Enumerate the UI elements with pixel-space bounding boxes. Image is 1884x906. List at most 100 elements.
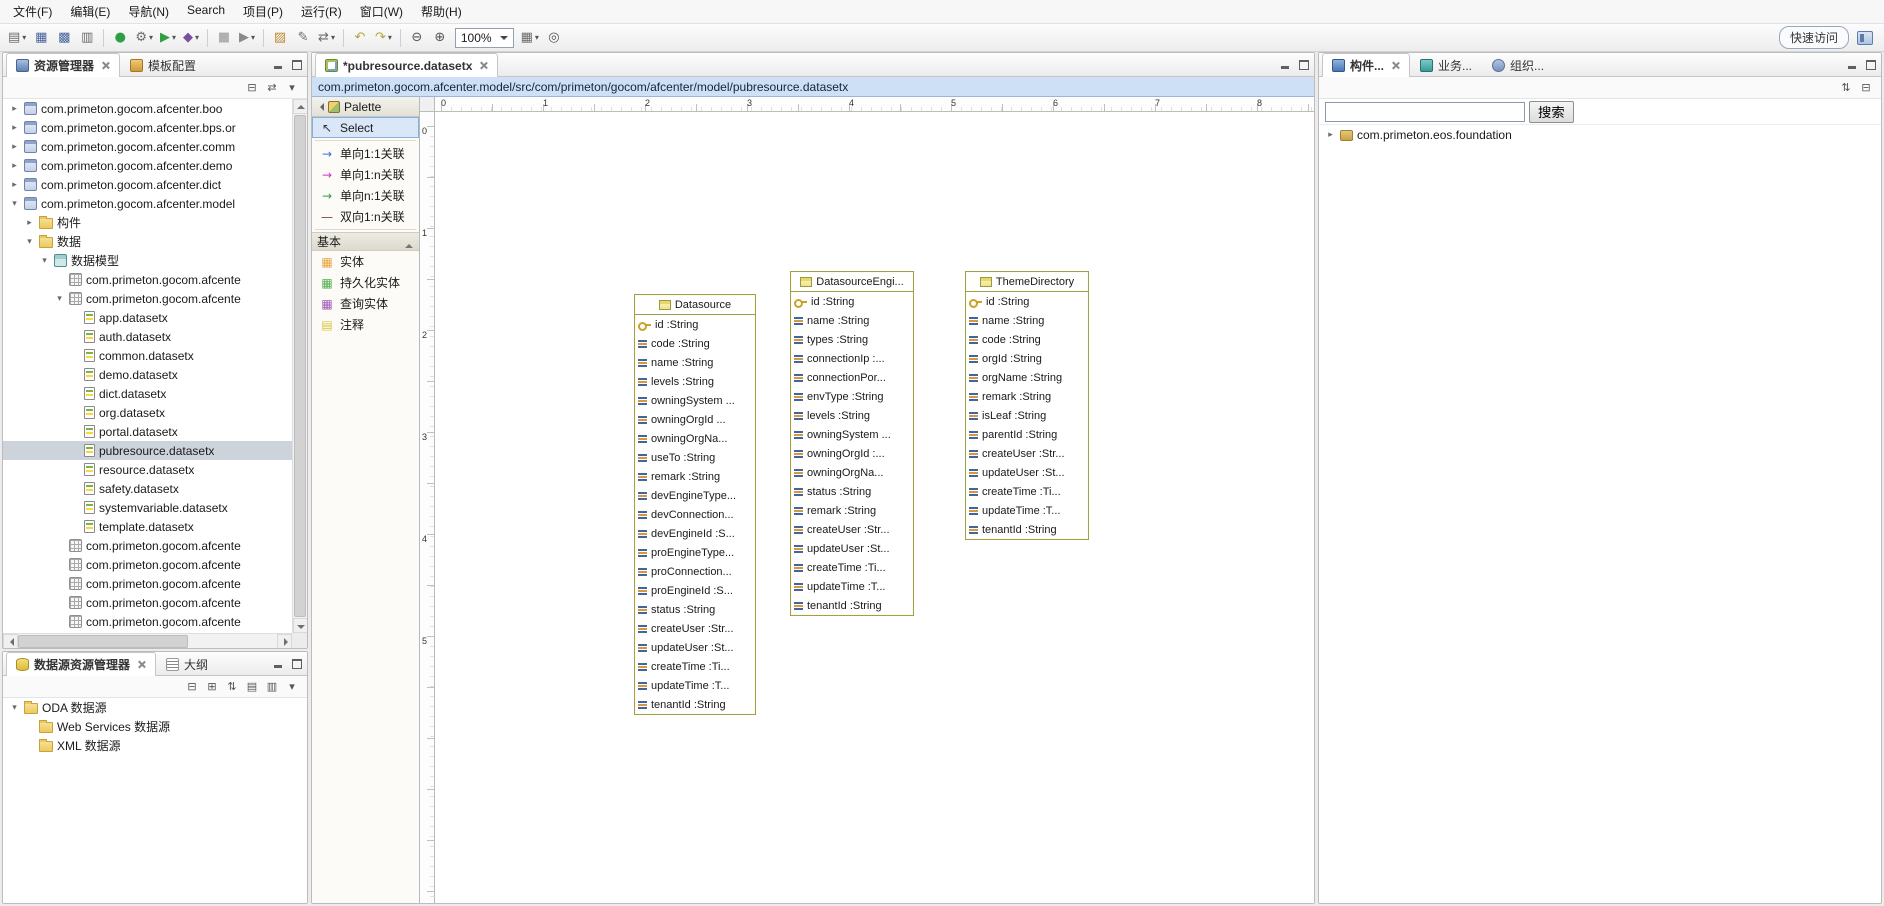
entity-field[interactable]: owningSystem ... [635,391,755,410]
new-connection-icon[interactable]: ⊞ [203,678,221,696]
twisty-icon[interactable]: ▸ [1325,130,1336,140]
debug-icon[interactable]: ◆ [180,27,202,49]
tree-item[interactable]: XML 数据源 [3,736,307,755]
tab-template-config[interactable]: 模板配置 [120,53,206,76]
save-all-icon[interactable]: ▩ [53,27,75,49]
entity-field[interactable]: owningOrgId :... [791,444,913,463]
tree-item-pubresource[interactable]: pubresource.datasetx [3,441,292,460]
entity-field[interactable]: name :String [791,311,913,330]
entity-field[interactable]: levels :String [791,406,913,425]
scroll-left-icon[interactable] [3,634,18,649]
entity-field[interactable]: proEngineType... [635,543,755,562]
tree-item[interactable]: ▸ 构件 [3,213,292,232]
save-icon[interactable]: ▦ [30,27,52,49]
twisty-icon[interactable]: ▾ [54,294,65,304]
stop-icon[interactable]: ■ [213,27,235,49]
tree-item[interactable]: com.primeton.gocom.afcente [3,574,292,593]
twisty-icon[interactable]: ▾ [9,199,20,209]
entity-field[interactable]: tenantId :String [635,695,755,714]
entity-field[interactable]: id :String [791,292,913,311]
view-menu-icon[interactable]: ▾ [283,79,301,97]
note-tool[interactable]: ▤ 注释 [312,314,419,335]
vertical-scrollbar[interactable] [292,99,307,633]
assoc-one-to-many-tool[interactable]: → 单向1:n关联 [312,164,419,185]
scroll-down-icon[interactable] [293,618,308,633]
entity-field[interactable]: devEngineId :S... [635,524,755,543]
entity-field[interactable]: createTime :Ti... [635,657,755,676]
tree-item[interactable]: ▾ 数据模型 [3,251,292,270]
entity-field[interactable]: tenantId :String [791,596,913,615]
entity-field[interactable]: tenantId :String [966,520,1088,539]
tree-item[interactable]: app.datasetx [3,308,292,327]
assoc-one-to-one-tool[interactable]: → 单向1:1关联 [312,143,419,164]
tree-item[interactable]: ▸ com.primeton.gocom.afcenter.bps.or [3,118,292,137]
maximize-icon[interactable] [1298,59,1309,70]
entity-field[interactable]: types :String [791,330,913,349]
menu-item[interactable]: 帮助(H) [412,0,471,24]
entity-field[interactable]: createUser :Str... [966,444,1088,463]
entity-field[interactable]: owningOrgId ... [635,410,755,429]
tree-item[interactable]: ▸ com.primeton.gocom.afcenter.comm [3,137,292,156]
tree-item[interactable]: safety.datasetx [3,479,292,498]
entity-field[interactable]: createTime :Ti... [791,558,913,577]
redo-icon[interactable]: ↷ [372,27,395,49]
tree-item[interactable]: com.primeton.gocom.afcente [3,270,292,289]
entity-field[interactable]: isLeaf :String [966,406,1088,425]
tree-item[interactable]: com.primeton.gocom.afcente [3,536,292,555]
print-icon[interactable]: ▥ [76,27,98,49]
entity-field[interactable]: owningOrgNa... [791,463,913,482]
collapse-all-icon[interactable]: ⊟ [1857,79,1875,97]
entity-field[interactable]: name :String [635,353,755,372]
tree-item[interactable]: ▸ com.primeton.gocom.afcenter.dict [3,175,292,194]
palette-section-basic[interactable]: 基本 [312,232,419,251]
minimize-icon[interactable] [273,658,284,669]
entity-box[interactable]: DatasourceEngi... id :String name :Strin… [790,271,914,616]
resume-icon[interactable]: ▶ [236,27,258,49]
entity-field[interactable]: code :String [966,330,1088,349]
scroll-right-icon[interactable] [277,634,292,649]
close-icon[interactable] [479,61,488,70]
perspective-icon[interactable] [1857,31,1873,45]
twisty-icon[interactable]: ▸ [9,161,20,171]
twisty-icon[interactable]: ▸ [24,218,35,228]
run-icon[interactable]: ▶ [157,27,179,49]
tree-item[interactable]: ▸ com.primeton.gocom.afcenter.boo [3,99,292,118]
entity-header[interactable]: Datasource [635,295,755,315]
tree-item[interactable]: resource.datasetx [3,460,292,479]
entity-field[interactable]: remark :String [966,387,1088,406]
tree-item[interactable]: portal.datasetx [3,422,292,441]
import-icon[interactable]: ▤ [243,678,261,696]
tree-item[interactable]: com.primeton.gocom.afcente [3,612,292,631]
entity-field[interactable]: proEngineId :S... [635,581,755,600]
tree-item[interactable]: dict.datasetx [3,384,292,403]
search-input[interactable] [1325,102,1525,122]
search-icon[interactable]: ◎ [543,27,565,49]
grid-icon[interactable]: ▦ [518,27,542,49]
tree-item[interactable]: com.primeton.gocom.afcente [3,593,292,612]
horizontal-scrollbar[interactable] [3,633,292,648]
tab-resource-explorer[interactable]: 资源管理器 [6,53,120,77]
entity-field[interactable]: updateTime :T... [966,501,1088,520]
twisty-icon[interactable]: ▾ [39,256,50,266]
entity-box[interactable]: Datasource id :String code :String name … [634,294,756,715]
entity-field[interactable]: updateTime :T... [635,676,755,695]
search-button[interactable]: 搜索 [1529,101,1574,123]
tree-item[interactable]: common.datasetx [3,346,292,365]
entity-header[interactable]: DatasourceEngi... [791,272,913,292]
close-icon[interactable] [1391,61,1400,70]
entity-field[interactable]: connectionPor... [791,368,913,387]
persistent-entity-tool[interactable]: ▦ 持久化实体 [312,272,419,293]
export-icon[interactable]: ▥ [263,678,281,696]
tree-item[interactable]: demo.datasetx [3,365,292,384]
tree-item[interactable]: ▸ com.primeton.gocom.afcenter.demo [3,156,292,175]
tree-item[interactable]: com.primeton.gocom.afcente [3,555,292,574]
entity-field[interactable]: devEngineType... [635,486,755,505]
edit-icon[interactable]: ✎ [292,27,314,49]
entity-field[interactable]: createUser :Str... [635,619,755,638]
entity-field[interactable]: remark :String [635,467,755,486]
entity-field[interactable]: envType :String [791,387,913,406]
entity-field[interactable]: createUser :Str... [791,520,913,539]
collapse-palette-icon[interactable] [316,103,324,111]
tab-pubresource-editor[interactable]: *pubresource.datasetx [315,53,498,77]
tab-organization[interactable]: 组织... [1482,53,1554,76]
